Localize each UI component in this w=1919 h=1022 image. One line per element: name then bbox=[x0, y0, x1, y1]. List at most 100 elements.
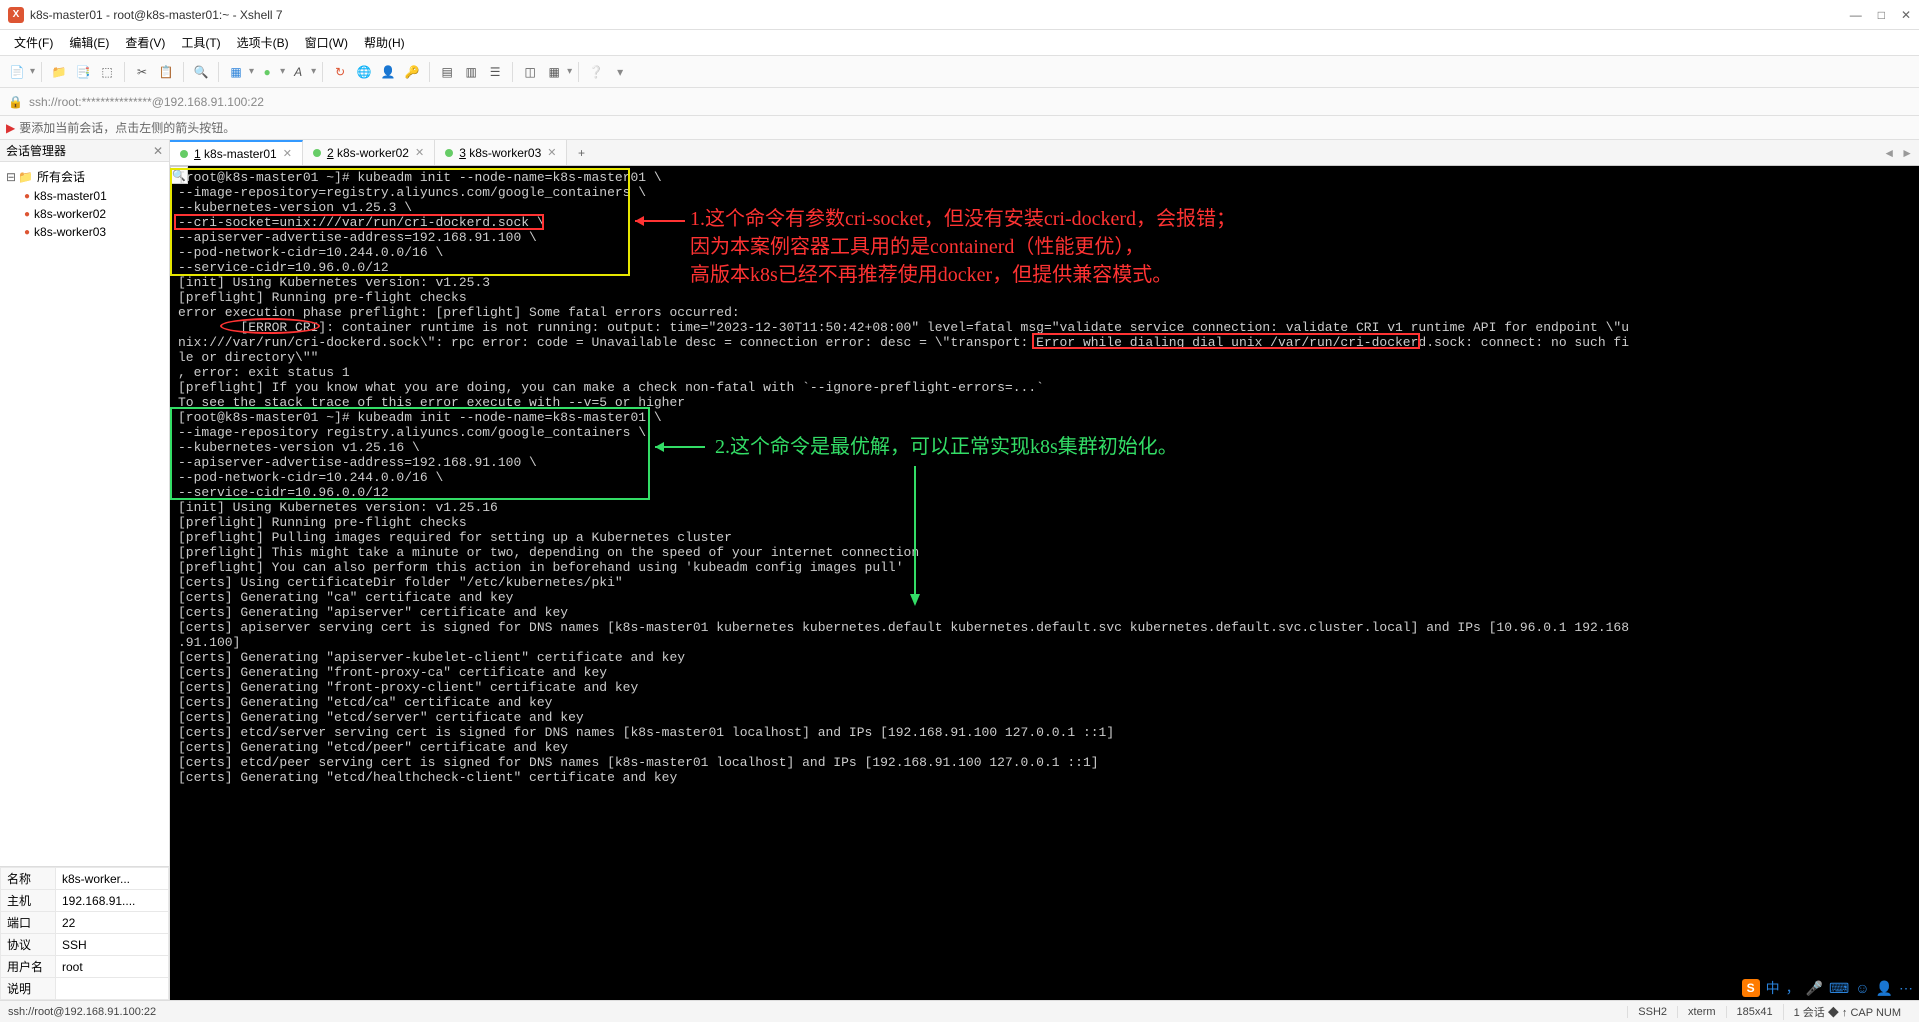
collapse-icon: ⊟ bbox=[6, 170, 16, 184]
close-button[interactable]: ✕ bbox=[1901, 8, 1911, 22]
tabs-nav: ◄ ► bbox=[1877, 140, 1919, 165]
open-icon[interactable]: 📁 bbox=[48, 61, 70, 83]
tab-master01[interactable]: 1 k8s-master01 ✕ bbox=[170, 140, 303, 165]
session-tree: ⊟ 📁 所有会话 ● k8s-master01 ● k8s-worker02 ●… bbox=[0, 162, 169, 866]
window-title: k8s-master01 - root@k8s-master01:~ - Xsh… bbox=[30, 8, 1850, 22]
status-size: 185x41 bbox=[1726, 1006, 1783, 1018]
prop-host-label: 主机 bbox=[1, 890, 56, 912]
tray-person-icon[interactable]: 👤 bbox=[1876, 980, 1893, 997]
tab-label: 3 k8s-worker03 bbox=[459, 146, 541, 160]
statusbar: ssh://root@192.168.91.100:22 SSH2 xterm … bbox=[0, 1000, 1919, 1022]
menu-tabs[interactable]: 选项卡(B) bbox=[231, 32, 295, 53]
session-item-master01[interactable]: ● k8s-master01 bbox=[20, 187, 167, 205]
globe-icon[interactable]: 🌐 bbox=[353, 61, 375, 83]
color-icon[interactable]: ● bbox=[256, 61, 278, 83]
status-dot-icon bbox=[445, 149, 453, 157]
status-ssh: SSH2 bbox=[1627, 1006, 1677, 1018]
system-tray: S 中 ， 🎤 ⌨ ☺ 👤 ⋯ bbox=[1742, 978, 1913, 998]
grid1-icon[interactable]: ▤ bbox=[436, 61, 458, 83]
main: 会话管理器 ✕ ⊟ 📁 所有会话 ● k8s-master01 ● k8s-wo… bbox=[0, 140, 1919, 1000]
tray-keyboard-icon[interactable]: ⌨ bbox=[1829, 980, 1849, 997]
session-label: k8s-worker02 bbox=[34, 207, 106, 221]
terminal-output: [root@k8s-master01 ~]# kubeadm init --no… bbox=[170, 166, 1919, 1000]
props-icon[interactable]: ⬚ bbox=[96, 61, 118, 83]
tab-worker02[interactable]: 2 k8s-worker02 ✕ bbox=[303, 140, 435, 165]
menu-window[interactable]: 窗口(W) bbox=[299, 32, 354, 53]
grid3-icon[interactable]: ☰ bbox=[484, 61, 506, 83]
search-icon[interactable]: 🔍 bbox=[190, 61, 212, 83]
titlebar: X k8s-master01 - root@k8s-master01:~ - X… bbox=[0, 0, 1919, 30]
save-icon[interactable]: 📑 bbox=[72, 61, 94, 83]
ime-icon[interactable]: S bbox=[1742, 979, 1760, 997]
prop-desc-value bbox=[56, 978, 169, 1000]
prop-user-value: root bbox=[56, 956, 169, 978]
tree-root-label: 所有会话 bbox=[37, 168, 85, 185]
session-icon: ● bbox=[24, 191, 30, 202]
tray-mic-icon[interactable]: 🎤 bbox=[1806, 980, 1823, 997]
reconnect-icon[interactable]: ↻ bbox=[329, 61, 351, 83]
menu-file[interactable]: 文件(F) bbox=[8, 32, 59, 53]
session-icon: ● bbox=[24, 209, 30, 220]
prop-user-label: 用户名 bbox=[1, 956, 56, 978]
content: 1 k8s-master01 ✕ 2 k8s-worker02 ✕ 3 k8s-… bbox=[170, 140, 1919, 1000]
prop-proto-value: SSH bbox=[56, 934, 169, 956]
session-label: k8s-worker03 bbox=[34, 225, 106, 239]
status-dot-icon bbox=[180, 150, 188, 158]
prop-port-value: 22 bbox=[56, 912, 169, 934]
menu-help[interactable]: 帮助(H) bbox=[358, 32, 411, 53]
help-icon[interactable]: ❔ bbox=[585, 61, 607, 83]
key-icon[interactable]: 🔑 bbox=[401, 61, 423, 83]
flag-icon[interactable]: ▶ bbox=[6, 121, 15, 135]
sidebar-header: 会话管理器 ✕ bbox=[0, 140, 169, 162]
addressbar[interactable]: 🔒 ssh://root:***************@192.168.91.… bbox=[0, 88, 1919, 116]
grid2-icon[interactable]: ▥ bbox=[460, 61, 482, 83]
tab-close-icon[interactable]: ✕ bbox=[547, 146, 556, 159]
new-session-icon[interactable]: 📄 bbox=[6, 61, 28, 83]
address-text: ssh://root:***************@192.168.91.10… bbox=[29, 95, 264, 109]
prop-host-value: 192.168.91.... bbox=[56, 890, 169, 912]
tab-worker03[interactable]: 3 k8s-worker03 ✕ bbox=[435, 140, 567, 165]
menu-edit[interactable]: 编辑(E) bbox=[63, 32, 115, 53]
layout-icon[interactable]: ▦ bbox=[225, 61, 247, 83]
tab-close-icon[interactable]: ✕ bbox=[283, 147, 292, 160]
tab-close-icon[interactable]: ✕ bbox=[415, 146, 424, 159]
toolbar: 📄▾ 📁 📑 ⬚ ✂ 📋 🔍 ▦▾ ●▾ A▾ ↻ 🌐 👤 🔑 ▤ ▥ ☰ ◫ … bbox=[0, 56, 1919, 88]
prop-name-value: k8s-worker... bbox=[56, 868, 169, 890]
tab-prev-icon[interactable]: ◄ bbox=[1883, 146, 1895, 160]
dropdown-icon[interactable]: ▾ bbox=[609, 61, 631, 83]
copy-icon[interactable]: ✂ bbox=[131, 61, 153, 83]
menu-tools[interactable]: 工具(T) bbox=[175, 32, 226, 53]
tray-emoji-icon[interactable]: ☺ bbox=[1855, 980, 1869, 996]
sidebar-close-icon[interactable]: ✕ bbox=[153, 144, 163, 158]
status-extra: 1 会话 ◆ ↑ CAP NUM bbox=[1783, 1004, 1911, 1020]
font-icon[interactable]: A bbox=[287, 61, 309, 83]
status-term: xterm bbox=[1677, 1006, 1726, 1018]
tray-punct-icon[interactable]: ， bbox=[1786, 978, 1800, 998]
tab-add-button[interactable]: + bbox=[567, 140, 595, 165]
minimize-button[interactable]: — bbox=[1850, 8, 1862, 22]
prop-desc-label: 说明 bbox=[1, 978, 56, 1000]
paste-icon[interactable]: 📋 bbox=[155, 61, 177, 83]
tray-more-icon[interactable]: ⋯ bbox=[1899, 980, 1913, 997]
lock-icon: 🔒 bbox=[8, 95, 23, 109]
hint-text: 要添加当前会话，点击左侧的箭头按钮。 bbox=[19, 119, 235, 136]
menu-view[interactable]: 查看(V) bbox=[119, 32, 171, 53]
folder-icon: 📁 bbox=[18, 170, 33, 184]
sidebar: 会话管理器 ✕ ⊟ 📁 所有会话 ● k8s-master01 ● k8s-wo… bbox=[0, 140, 170, 1000]
session-label: k8s-master01 bbox=[34, 189, 107, 203]
tile1-icon[interactable]: ◫ bbox=[519, 61, 541, 83]
prop-port-label: 端口 bbox=[1, 912, 56, 934]
session-item-worker02[interactable]: ● k8s-worker02 bbox=[20, 205, 167, 223]
terminal-area[interactable]: 🔍 [root@k8s-master01 ~]# kubeadm init --… bbox=[170, 166, 1919, 1000]
app-icon: X bbox=[8, 7, 24, 23]
tray-ime-lang-icon[interactable]: 中 bbox=[1766, 978, 1780, 998]
tab-next-icon[interactable]: ► bbox=[1901, 146, 1913, 160]
session-item-worker03[interactable]: ● k8s-worker03 bbox=[20, 223, 167, 241]
maximize-button[interactable]: □ bbox=[1878, 8, 1885, 22]
user-icon[interactable]: 👤 bbox=[377, 61, 399, 83]
hintbar: ▶ 要添加当前会话，点击左侧的箭头按钮。 bbox=[0, 116, 1919, 140]
sidebar-title: 会话管理器 bbox=[6, 142, 153, 159]
tree-root[interactable]: ⊟ 📁 所有会话 bbox=[2, 166, 167, 187]
tile2-icon[interactable]: ▦ bbox=[543, 61, 565, 83]
session-properties: 名称k8s-worker... 主机192.168.91.... 端口22 协议… bbox=[0, 866, 169, 1000]
